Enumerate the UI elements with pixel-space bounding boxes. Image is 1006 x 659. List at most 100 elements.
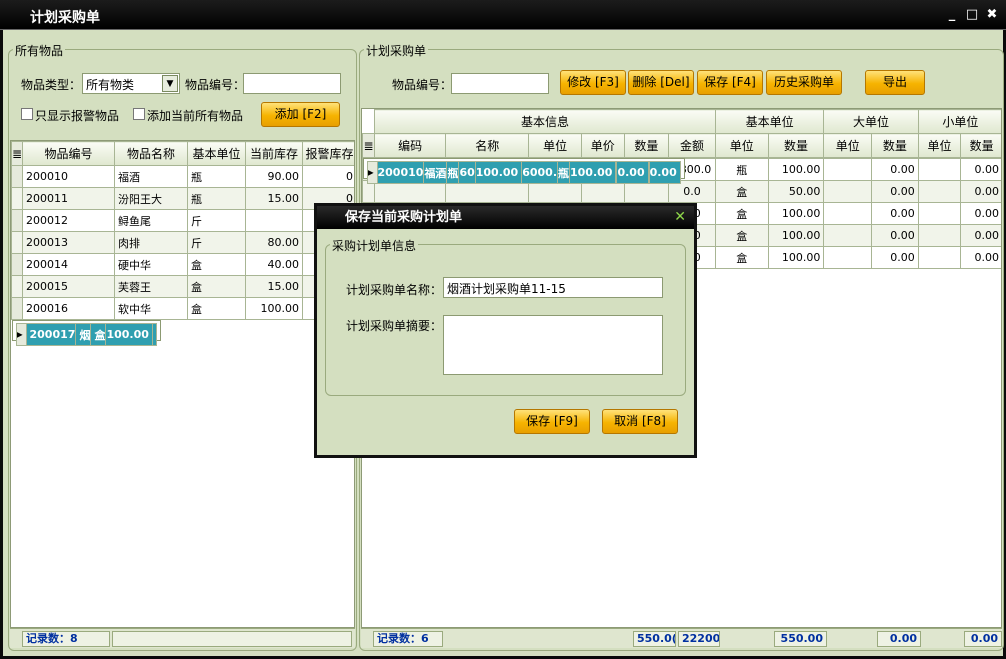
item-type-select[interactable]: 所有物类 ▼ (82, 73, 180, 94)
row-indicator[interactable] (11, 209, 23, 232)
col-header-name[interactable]: 物品名称 (114, 141, 188, 166)
col-header-big-qty[interactable]: 数量 (871, 133, 919, 158)
cell-code[interactable]: 200015 (22, 275, 115, 298)
col-header-qty[interactable]: 数量 (623, 133, 670, 158)
plan-cell-big-unit[interactable] (823, 180, 873, 203)
add-all-checkbox[interactable] (133, 108, 145, 120)
plan-summary-textarea[interactable] (443, 315, 663, 375)
plan-cell-small-qty[interactable]: 0.00 (960, 202, 1001, 225)
cell-unit[interactable]: 斤 (187, 209, 246, 232)
plan-cell-small-qty[interactable]: 0.00 (960, 224, 1001, 247)
col-header-small-unit[interactable]: 单位 (917, 133, 962, 158)
dialog-cancel-button[interactable]: 取消 [F8] (602, 409, 678, 434)
plan-cell-big-qty[interactable]: 0.00 (871, 158, 919, 181)
row-indicator[interactable] (11, 253, 23, 276)
plan-cell-big-qty[interactable]: 0.00 (871, 180, 919, 203)
col-header-base-qty[interactable]: 数量 (767, 133, 825, 158)
cell-alert[interactable]: 0 (302, 165, 354, 188)
plan-cell-big-qty[interactable]: 0.00 (871, 224, 919, 247)
dialog-save-button[interactable]: 保存 [F9] (514, 409, 590, 434)
plan-cell-big-qty[interactable]: 0.00 (616, 161, 649, 184)
row-indicator[interactable] (11, 297, 23, 320)
plan-name-input[interactable]: 烟酒计划采购单11-15 (443, 277, 663, 298)
plan-cell-big-unit[interactable] (823, 158, 873, 181)
cell-stock[interactable]: 100.00 (105, 323, 153, 346)
row-indicator[interactable] (11, 275, 23, 298)
plan-cell-base-unit[interactable]: 盒 (714, 224, 769, 247)
cell-name[interactable]: 烟 (75, 323, 92, 346)
chevron-down-icon[interactable]: ▼ (162, 75, 178, 92)
table-row[interactable]: ▶ 200010 福酒瓶 60 100.00 6000. 瓶 100.00 0.00 0.00 (362, 158, 685, 184)
maximize-icon[interactable]: □ (965, 8, 979, 22)
cell-name[interactable]: 芙蓉王 (114, 275, 188, 298)
table-row[interactable]: 200012 鲟鱼尾斤 (11, 209, 354, 232)
plan-cell-base-unit[interactable]: 瓶 (557, 161, 570, 184)
plan-cell-base-unit[interactable]: 盒 (714, 246, 769, 269)
plan-cell-big-unit[interactable] (823, 246, 873, 269)
plan-cell-small-unit[interactable] (917, 224, 962, 247)
row-indicator[interactable] (11, 187, 23, 210)
cell-name[interactable]: 鲟鱼尾 (114, 209, 188, 232)
dialog-close-icon[interactable]: ✕ (674, 206, 686, 229)
plan-cell-big-qty[interactable]: 0.00 (871, 202, 919, 225)
cell-unit[interactable]: 盒 (187, 297, 246, 320)
plan-cell-base-qty[interactable]: 50.00 (767, 180, 825, 203)
col-header-stock[interactable]: 当前库存 (245, 141, 303, 166)
plan-cell-base-qty[interactable]: 100.00 (568, 161, 617, 184)
plan-cell-small-qty[interactable]: 0.00 (648, 161, 681, 184)
col-header-unit[interactable]: 单位 (528, 133, 582, 158)
plan-cell-base-unit[interactable]: 盒 (714, 202, 769, 225)
row-indicator[interactable] (11, 165, 23, 188)
col-header-base-unit[interactable]: 单位 (714, 133, 769, 158)
modify-button[interactable]: 修改 [F3] (560, 70, 626, 95)
plan-cell-amount[interactable]: 6000. (521, 161, 558, 184)
cell-stock[interactable] (245, 209, 303, 232)
plan-cell-unit[interactable]: 瓶 (446, 161, 460, 184)
plan-cell-base-unit[interactable]: 瓶 (714, 158, 769, 181)
plan-code-input[interactable] (451, 73, 549, 94)
cell-stock[interactable]: 15.00 (245, 275, 303, 298)
col-header-code[interactable]: 物品编号 (22, 141, 115, 166)
cell-code[interactable]: 200010 (22, 165, 115, 188)
cell-code[interactable]: 200013 (22, 231, 115, 254)
delete-button[interactable]: 删除 [Del] (628, 70, 694, 95)
plan-cell-base-qty[interactable]: 100.00 (767, 158, 825, 181)
cell-name[interactable]: 软中华 (114, 297, 188, 320)
plan-cell-small-qty[interactable]: 0.00 (960, 246, 1001, 269)
cell-code[interactable]: 200014 (22, 253, 115, 276)
col-header-price[interactable]: 单价 (580, 133, 625, 158)
only-alert-checkbox[interactable] (21, 108, 33, 120)
row-indicator[interactable]: ▶ (366, 161, 378, 184)
table-row[interactable]: ▶ 200017 烟盒 100.00 (11, 320, 161, 346)
table-row[interactable]: 200013 肉排斤 80.00 (11, 231, 354, 254)
plan-cell-price[interactable]: 60 (458, 161, 476, 184)
row-indicator[interactable] (11, 231, 23, 254)
cell-alert[interactable] (151, 323, 157, 346)
cell-code[interactable]: 200017 (25, 323, 77, 346)
cell-unit[interactable]: 斤 (187, 231, 246, 254)
col-header-unit[interactable]: 基本单位 (187, 141, 246, 166)
plan-cell-big-unit[interactable] (823, 224, 873, 247)
plan-cell-small-unit[interactable] (917, 158, 962, 181)
save-button[interactable]: 保存 [F4] (697, 70, 763, 95)
col-header-amount[interactable]: 金额 (668, 133, 716, 158)
plan-cell-code[interactable]: 200010 (376, 161, 425, 184)
cell-stock[interactable]: 40.00 (245, 253, 303, 276)
plan-cell-base-qty[interactable]: 100.00 (767, 246, 825, 269)
plan-cell-big-qty[interactable]: 0.00 (871, 246, 919, 269)
table-row[interactable]: 200014 硬中华盒 40.00 (11, 253, 354, 276)
cell-unit[interactable]: 盒 (187, 275, 246, 298)
cell-code[interactable]: 200012 (22, 209, 115, 232)
col-header-code[interactable]: 编码 (374, 133, 447, 158)
plan-cell-base-unit[interactable]: 盒 (714, 180, 769, 203)
plan-cell-small-qty[interactable]: 0.00 (960, 180, 1001, 203)
history-button[interactable]: 历史采购单 (766, 70, 842, 95)
col-header-name[interactable]: 名称 (445, 133, 530, 158)
cell-stock[interactable]: 90.00 (245, 165, 303, 188)
cell-unit[interactable]: 盒 (187, 253, 246, 276)
cell-code[interactable]: 200011 (22, 187, 115, 210)
minimize-icon[interactable]: _ (945, 8, 959, 22)
table-row[interactable]: 200010 福酒瓶 90.00 0 (11, 165, 354, 188)
item-code-input[interactable] (243, 73, 341, 94)
plan-cell-base-qty[interactable]: 100.00 (767, 224, 825, 247)
